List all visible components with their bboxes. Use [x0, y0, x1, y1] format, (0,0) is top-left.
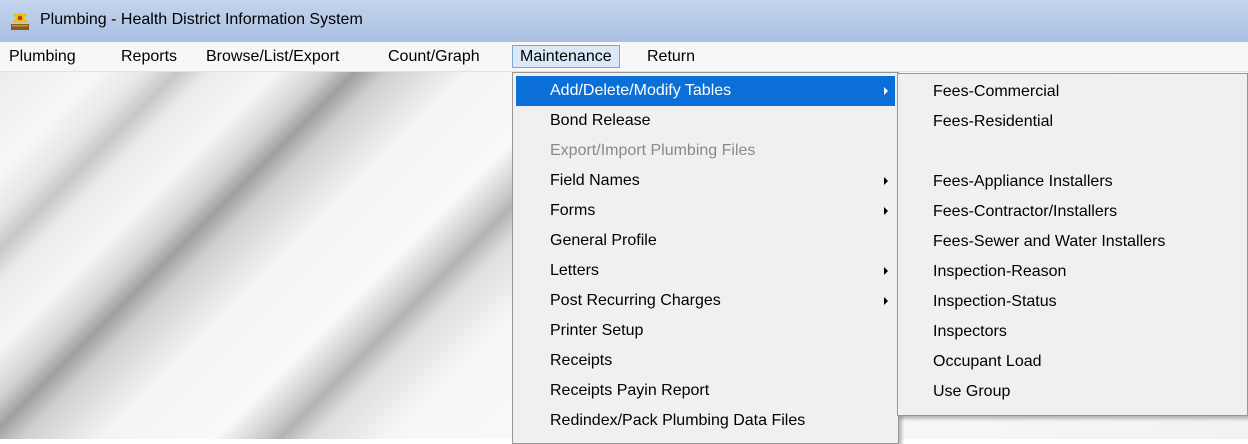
menu-item-label: Forms — [550, 202, 596, 219]
menu-return[interactable]: Return — [640, 45, 702, 68]
menu-item-add-delete-modify-tables[interactable]: Add/Delete/Modify Tables — [516, 76, 895, 106]
submenu-arrow-icon — [884, 297, 888, 305]
menu-item-export-import-plumbing-files: Export/Import Plumbing Files — [516, 136, 895, 166]
menu-item-label: Add/Delete/Modify Tables — [550, 82, 732, 99]
menu-item-label: Receipts — [550, 352, 613, 369]
menu-item-label: Field Names — [550, 172, 640, 189]
menu-item-receipts[interactable]: Receipts — [516, 346, 895, 376]
window-title: Plumbing - Health District Information S… — [40, 11, 363, 28]
submenu-item-fees-appliance-installers[interactable]: Fees-Appliance Installers — [898, 167, 1247, 197]
menu-item-letters[interactable]: Letters — [516, 256, 895, 286]
menu-item-label: General Profile — [550, 232, 657, 249]
app-flower-icon[interactable] — [9, 10, 31, 32]
menu-item-field-names[interactable]: Field Names — [516, 166, 895, 196]
menu-item-redindex-pack-plumbing-data-files[interactable]: Redindex/Pack Plumbing Data Files — [516, 406, 895, 436]
title-bar: Plumbing - Health District Information S… — [0, 0, 1248, 42]
menu-item-forms[interactable]: Forms — [516, 196, 895, 226]
menu-reports[interactable]: Reports — [114, 45, 184, 68]
submenu-item-fees-sewer-water-installers[interactable]: Fees-Sewer and Water Installers — [898, 227, 1247, 257]
menu-item-label: Receipts Payin Report — [550, 382, 710, 399]
submenu-item-fees-contractor-installers[interactable]: Fees-Contractor/Installers — [898, 197, 1247, 227]
menu-item-receipts-payin-report[interactable]: Receipts Payin Report — [516, 376, 895, 406]
menu-item-label: Redindex/Pack Plumbing Data Files — [550, 412, 806, 429]
menu-item-bond-release[interactable]: Bond Release — [516, 106, 895, 136]
submenu-item-fees-commercial[interactable]: Fees-Commercial — [898, 77, 1247, 107]
menu-item-label: Printer Setup — [550, 322, 644, 339]
submenu-item-occupant-load[interactable]: Occupant Load — [898, 347, 1247, 377]
menu-maintenance[interactable]: Maintenance — [512, 45, 620, 68]
submenu-item-fees-residential[interactable]: Fees-Residential — [898, 107, 1247, 137]
menu-item-printer-setup[interactable]: Printer Setup — [516, 316, 895, 346]
menu-item-label: Export/Import Plumbing Files — [550, 142, 756, 159]
tables-submenu: Fees-Commercial Fees-Residential Fees-Ap… — [897, 73, 1248, 416]
menu-browse-list-export[interactable]: Browse/List/Export — [199, 45, 346, 68]
submenu-item-inspection-status[interactable]: Inspection-Status — [898, 287, 1247, 317]
submenu-blank-item — [898, 137, 1247, 167]
menu-item-label: Bond Release — [550, 112, 651, 129]
submenu-item-use-group[interactable]: Use Group — [898, 377, 1247, 407]
menu-item-label: Post Recurring Charges — [550, 292, 721, 309]
menu-item-general-profile[interactable]: General Profile — [516, 226, 895, 256]
menu-item-post-recurring-charges[interactable]: Post Recurring Charges — [516, 286, 895, 316]
menu-item-label: Letters — [550, 262, 599, 279]
maintenance-dropdown: Add/Delete/Modify Tables Bond Release Ex… — [512, 72, 899, 444]
submenu-item-inspectors[interactable]: Inspectors — [898, 317, 1247, 347]
submenu-arrow-icon — [884, 87, 888, 95]
menu-plumbing[interactable]: Plumbing — [2, 45, 83, 68]
submenu-arrow-icon — [884, 177, 888, 185]
menu-count-graph[interactable]: Count/Graph — [381, 45, 487, 68]
submenu-arrow-icon — [884, 267, 888, 275]
menu-bar: Plumbing Reports Browse/List/Export Coun… — [0, 42, 1248, 72]
submenu-item-inspection-reason[interactable]: Inspection-Reason — [898, 257, 1247, 287]
submenu-arrow-icon — [884, 207, 888, 215]
